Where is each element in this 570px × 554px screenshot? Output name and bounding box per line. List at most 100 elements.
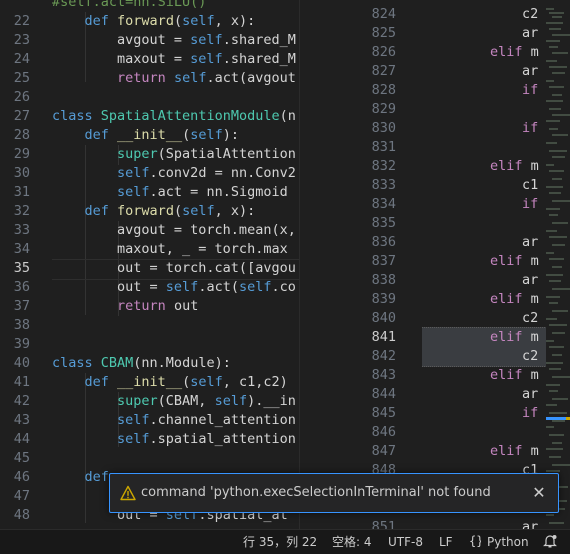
- minimap-line: [552, 332, 565, 334]
- minimap-line: [546, 22, 563, 24]
- code-line[interactable]: 44 self.spatial_attention: [0, 430, 299, 449]
- code-line[interactable]: 38: [0, 316, 299, 335]
- minimap-line: [552, 94, 562, 96]
- code-line[interactable]: 851 ar: [300, 518, 570, 529]
- minimap-line: [546, 40, 560, 42]
- code-line[interactable]: 29 super(SpatialAttention: [0, 145, 299, 164]
- code-line[interactable]: 837 elif m: [300, 252, 570, 271]
- minimap-line: [546, 8, 554, 10]
- code-line[interactable]: 42 super(CBAM, self).__in: [0, 392, 299, 411]
- code-line[interactable]: 37 return out: [0, 297, 299, 316]
- line-number: 34: [13, 241, 30, 257]
- code-line[interactable]: 28 def __init__(self):: [0, 126, 299, 145]
- code-line[interactable]: 827 ar: [300, 62, 570, 81]
- line-number: 33: [13, 222, 30, 238]
- code-line[interactable]: 836 ar: [300, 233, 570, 252]
- line-number: 29: [13, 146, 30, 162]
- code-line[interactable]: 33 avgout = torch.mean(x,: [0, 221, 299, 240]
- code-line[interactable]: 825 ar: [300, 24, 570, 43]
- minimap-line: [546, 384, 560, 386]
- code-line[interactable]: 26: [0, 88, 299, 107]
- code-line[interactable]: #self.act=nn.SiLU(): [0, 0, 299, 12]
- code-line[interactable]: 39: [0, 335, 299, 354]
- line-number: 37: [13, 298, 30, 314]
- cursor-position[interactable]: 行 35，列 22: [243, 530, 317, 554]
- close-icon[interactable]: ✕: [530, 483, 548, 503]
- code-line[interactable]: 831: [300, 138, 570, 157]
- indentation-setting[interactable]: 空格: 4: [332, 530, 372, 554]
- code-line[interactable]: 844 ar: [300, 385, 570, 404]
- code-line[interactable]: 843 elif m: [300, 366, 570, 385]
- encoding-setting[interactable]: UTF-8: [388, 530, 423, 554]
- minimap-line: [552, 376, 570, 378]
- code-line[interactable]: 31 self.act = nn.Sigmoid: [0, 183, 299, 202]
- code-text: def __init__(self):: [84, 127, 239, 143]
- code-line[interactable]: 841 elif m: [300, 328, 570, 347]
- bell-icon[interactable]: [543, 530, 557, 554]
- code-line[interactable]: 826 elif m: [300, 43, 570, 62]
- line-number: 846: [371, 424, 396, 440]
- line-number: 851: [371, 519, 396, 529]
- code-line[interactable]: 36 out = self.act(self.co: [0, 278, 299, 297]
- line-number: 840: [371, 310, 396, 326]
- code-line[interactable]: 35 out = torch.cat([avgou: [0, 259, 299, 278]
- minimap-line: [549, 214, 558, 216]
- code-line[interactable]: 45: [0, 449, 299, 468]
- line-number: 841: [371, 329, 396, 345]
- code-line[interactable]: 22 def forward(self, x):: [0, 12, 299, 31]
- code-line[interactable]: 829: [300, 100, 570, 119]
- code-line[interactable]: 40 class CBAM(nn.Module):: [0, 354, 299, 373]
- code-line[interactable]: 828 if: [300, 81, 570, 100]
- code-line[interactable]: 834 if: [300, 195, 570, 214]
- code-line[interactable]: 833 c1: [300, 176, 570, 195]
- line-number: 827: [371, 63, 396, 79]
- minimap-line: [549, 12, 564, 14]
- code-line[interactable]: 838 ar: [300, 271, 570, 290]
- code-text: self.spatial_attention: [117, 431, 296, 447]
- right-editor-pane[interactable]: 824 c2 825 ar 826 elif m 827 ar 828 if 829 830 if 831…: [299, 0, 570, 529]
- line-number: 23: [13, 32, 30, 48]
- line-number: 42: [13, 393, 30, 409]
- minimap-line: [552, 354, 562, 356]
- code-line[interactable]: 824 c2: [300, 5, 570, 24]
- minimap-line: [546, 230, 557, 232]
- minimap-line: [552, 114, 570, 116]
- minimap-line: [546, 186, 563, 188]
- minimap-line: [552, 244, 565, 246]
- minimap-line: [546, 470, 560, 472]
- code-line[interactable]: 839 elif m: [300, 290, 570, 309]
- code-text: c2: [522, 348, 539, 364]
- code-line[interactable]: 846: [300, 423, 570, 442]
- code-line[interactable]: 23 avgout = self.shared_M: [0, 31, 299, 50]
- code-line[interactable]: 43 self.channel_attention: [0, 411, 299, 430]
- code-line[interactable]: 27 class SpatialAttentionModule(n: [0, 107, 299, 126]
- minimap-line: [549, 412, 567, 414]
- code-line[interactable]: 25 return self.act(avgout: [0, 69, 299, 88]
- language-mode[interactable]: Python: [487, 530, 529, 554]
- code-line[interactable]: 24 maxout = self.shared_M: [0, 50, 299, 69]
- code-line[interactable]: 30 self.conv2d = nn.Conv2: [0, 164, 299, 183]
- code-line[interactable]: 840 c2: [300, 309, 570, 328]
- code-line[interactable]: 32 def forward(self, x):: [0, 202, 299, 221]
- minimap-warning-marker: [566, 417, 570, 420]
- minimap-line: [552, 266, 562, 268]
- code-line[interactable]: 845 if: [300, 404, 570, 423]
- code-line[interactable]: 842 c2: [300, 347, 570, 366]
- code-line[interactable]: 835: [300, 214, 570, 233]
- minimap[interactable]: [546, 0, 570, 529]
- code-line[interactable]: 832 elif m: [300, 157, 570, 176]
- minimap-line: [546, 164, 554, 166]
- minimap-line: [549, 390, 558, 392]
- left-editor-pane[interactable]: #self.act=nn.SiLU() 22 def forward(self, …: [0, 0, 299, 529]
- minimap-line: [549, 302, 558, 304]
- code-line[interactable]: 41 def __init__(self, c1,c2): [0, 373, 299, 392]
- code-line[interactable]: 847 elif m: [300, 442, 570, 461]
- braces-icon: {}: [469, 530, 483, 554]
- line-number: 38: [13, 317, 30, 333]
- code-line[interactable]: 830 if: [300, 119, 570, 138]
- minimap-line: [552, 442, 562, 444]
- code-text: self.conv2d = nn.Conv2: [117, 165, 296, 181]
- minimap-line: [549, 280, 561, 282]
- code-line[interactable]: 34 maxout, _ = torch.max: [0, 240, 299, 259]
- eol-setting[interactable]: LF: [439, 530, 453, 554]
